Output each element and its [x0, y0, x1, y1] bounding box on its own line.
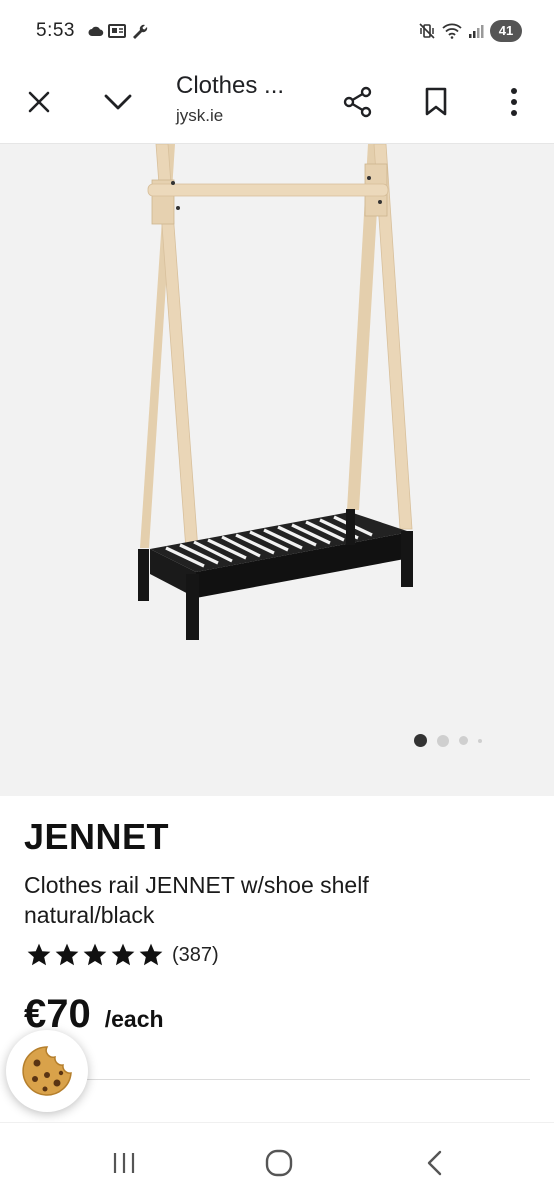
product-brand: JENNET: [24, 816, 170, 857]
product-description: Clothes rail JENNET w/shoe shelf natural…: [24, 872, 369, 928]
carousel-dot[interactable]: [459, 736, 468, 745]
recents-icon: [113, 1153, 135, 1173]
carousel-dot[interactable]: [437, 734, 449, 747]
wrench-icon: [133, 24, 148, 39]
status-time: 5:53: [36, 20, 75, 41]
status-left-icons: [88, 22, 148, 40]
close-icon: [28, 91, 50, 113]
star-icon: [83, 943, 107, 966]
product-image-carousel[interactable]: [0, 144, 554, 796]
system-nav-bar: [0, 1122, 554, 1200]
close-button[interactable]: [15, 78, 63, 126]
back-button[interactable]: [410, 1143, 458, 1183]
bookmark-button[interactable]: [412, 78, 460, 126]
home-button[interactable]: [255, 1143, 303, 1183]
recents-button[interactable]: [100, 1143, 148, 1183]
review-count[interactable]: (387): [172, 944, 219, 967]
app-bar: Clothes ... jysk.ie: [0, 64, 554, 144]
more-vert-icon: [511, 88, 517, 116]
carousel-dot-active[interactable]: [414, 734, 427, 747]
more-button[interactable]: [490, 78, 538, 126]
minimize-button[interactable]: [94, 78, 142, 126]
status-bar: 5:53 41: [0, 0, 554, 64]
title-block[interactable]: Clothes ... jysk.ie: [176, 72, 326, 126]
cookie-settings-button[interactable]: [6, 1030, 88, 1112]
clothes-rail-image: [138, 144, 413, 640]
page-title: Clothes ...: [176, 72, 285, 99]
news-icon: [108, 24, 126, 38]
rating-stars: [26, 942, 164, 968]
share-button[interactable]: [334, 78, 382, 126]
share-icon: [343, 86, 372, 118]
carousel-dots[interactable]: [414, 734, 482, 747]
star-icon: [139, 943, 163, 966]
battery-icon: 41: [490, 20, 522, 42]
product-rating[interactable]: (387): [26, 942, 219, 968]
back-icon: [427, 1150, 442, 1176]
star-icon: [55, 943, 79, 966]
price-unit: /each: [104, 1006, 164, 1032]
star-icon: [111, 943, 135, 966]
product-price: €70: [24, 992, 91, 1036]
cloud-icon: [88, 26, 104, 36]
carousel-dot[interactable]: [478, 738, 482, 743]
page-domain: jysk.ie: [176, 106, 224, 125]
signal-icon: [469, 25, 484, 38]
cookie-icon: [22, 1046, 72, 1096]
mute-vibrate-icon: [419, 23, 435, 39]
wifi-icon: [442, 23, 462, 39]
chevron-down-icon: [104, 94, 132, 110]
divider: [24, 1079, 530, 1080]
status-right-icons: 41: [418, 20, 522, 42]
star-icon: [27, 943, 51, 966]
home-icon: [265, 1149, 293, 1177]
bookmark-icon: [425, 87, 447, 116]
